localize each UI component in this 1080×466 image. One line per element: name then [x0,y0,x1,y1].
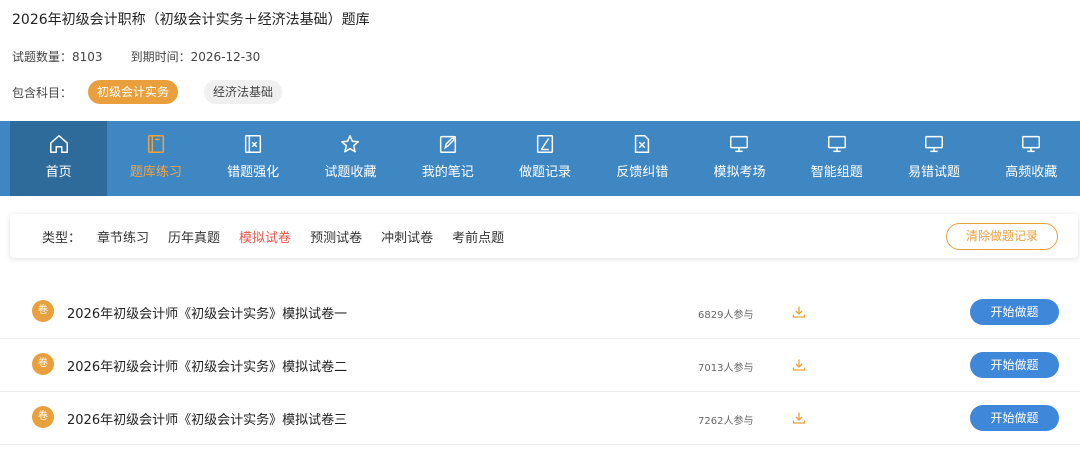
type-past-exams[interactable]: 历年真题 [168,227,220,246]
start-quiz-button[interactable]: 开始做题 [970,299,1059,325]
paper-badge: 卷 [32,406,54,428]
paper-title[interactable]: 2026年初级会计师《初级会计实务》模拟试卷三 [67,409,347,428]
nav-label: 做题记录 [518,165,571,180]
paper-badge: 卷 [32,353,54,375]
download-icon[interactable] [792,411,806,425]
home-icon [49,135,68,153]
list-item: 卷 2026年初级会计师《初级会计实务》模拟试卷一 6829人参与 开始做题 [0,286,1080,339]
participant-count: 6829人参与 [698,310,754,321]
list-item: 卷 2026年初级会计师《初级会计实务》模拟试卷三 7262人参与 开始做题 [0,392,1080,445]
wrong-question-icon [245,135,262,153]
type-sprint-papers[interactable]: 冲刺试卷 [381,227,433,246]
type-filter-bar: 类型： 章节练习 历年真题 模拟试卷 预测试卷 冲刺试卷 考前点题 清除做题记录 [10,214,1078,258]
note-edit-icon [439,135,456,153]
type-pre-exam-tips[interactable]: 考前点题 [452,227,504,246]
nav-item-records[interactable]: 做题记录 [496,121,593,196]
feedback-icon [635,135,650,153]
nav-label: 反馈纠错 [616,165,669,180]
start-quiz-button[interactable]: 开始做题 [970,352,1059,378]
nav-label: 首页 [45,165,72,180]
list-item: 卷 2026年初级会计师《初级会计实务》模拟试卷二 7013人参与 开始做题 [0,339,1080,392]
monitor-icon [1022,135,1041,153]
nav-item-feedback[interactable]: 反馈纠错 [594,121,691,196]
nav-item-home[interactable]: 首页 [10,121,108,196]
type-chapter-practice[interactable]: 章节练习 [97,227,149,246]
download-icon[interactable] [792,358,806,372]
subject-chip-economic-law[interactable]: 经济法基础 [204,80,283,104]
question-count-label: 试题数量： [12,50,73,64]
book-icon [147,135,164,153]
start-quiz-button[interactable]: 开始做题 [970,405,1059,431]
record-icon [536,135,554,153]
monitor-icon [827,135,846,153]
type-label: 类型： [42,230,82,246]
paper-title[interactable]: 2026年初级会计师《初级会计实务》模拟试卷一 [67,303,347,322]
question-count: 试题数量：8103 [12,48,103,65]
expiry-date: 到期时间：2026-12-30 [131,48,261,65]
nav-label: 我的笔记 [421,165,474,180]
nav-item-practice[interactable]: 题库练习 [107,121,204,196]
nav-item-mock-exam[interactable]: 模拟考场 [691,121,788,196]
nav-label: 试题收藏 [324,165,377,180]
subject-chip-accounting[interactable]: 初级会计实务 [88,80,179,104]
nav-item-high-frequency[interactable]: 高频收藏 [983,121,1080,196]
nav-label: 智能组题 [810,165,863,180]
exam-meta: 试题数量：8103 到期时间：2026-12-30 [12,48,260,65]
monitor-icon [730,135,749,153]
clear-records-button[interactable]: 清除做题记录 [946,223,1058,250]
monitor-icon [925,135,943,153]
page-title: 2026年初级会计职称（初级会计实务＋经济法基础）题库 [12,12,370,28]
participant-count: 7262人参与 [698,416,754,427]
download-icon[interactable] [792,305,806,319]
nav-item-error-prone[interactable]: 易错试题 [885,121,982,196]
nav-item-favorites[interactable]: 试题收藏 [302,121,399,196]
expiry-value: 2026-12-30 [190,50,261,64]
type-forecast-papers[interactable]: 预测试卷 [310,227,362,246]
nav-item-notes[interactable]: 我的笔记 [399,121,496,196]
paper-badge: 卷 [32,300,54,322]
type-mock-papers[interactable]: 模拟试卷 [239,227,291,246]
subjects-row: 包含科目： 初级会计实务 经济法基础 [12,80,283,104]
nav-item-wrong-questions[interactable]: 错题强化 [205,121,302,196]
subjects-label: 包含科目： [12,85,73,100]
paper-list: 卷 2026年初级会计师《初级会计实务》模拟试卷一 6829人参与 开始做题 卷… [0,286,1080,445]
question-count-value: 8103 [72,50,103,64]
nav-label: 模拟考场 [713,165,766,180]
nav-item-smart-compose[interactable]: 智能组题 [788,121,885,196]
main-nav: 首页 题库练习 错题强化 试题收藏 我的笔记 做题记录 反馈纠错 模拟考场 智能… [0,121,1080,196]
paper-title[interactable]: 2026年初级会计师《初级会计实务》模拟试卷二 [67,356,347,375]
participant-count: 7013人参与 [698,363,754,374]
expiry-label: 到期时间： [130,50,191,64]
nav-label: 高频收藏 [1005,165,1058,180]
nav-label: 题库练习 [129,165,182,180]
nav-label: 错题强化 [227,165,280,180]
nav-label: 易错试题 [908,165,961,180]
star-icon [341,135,360,153]
